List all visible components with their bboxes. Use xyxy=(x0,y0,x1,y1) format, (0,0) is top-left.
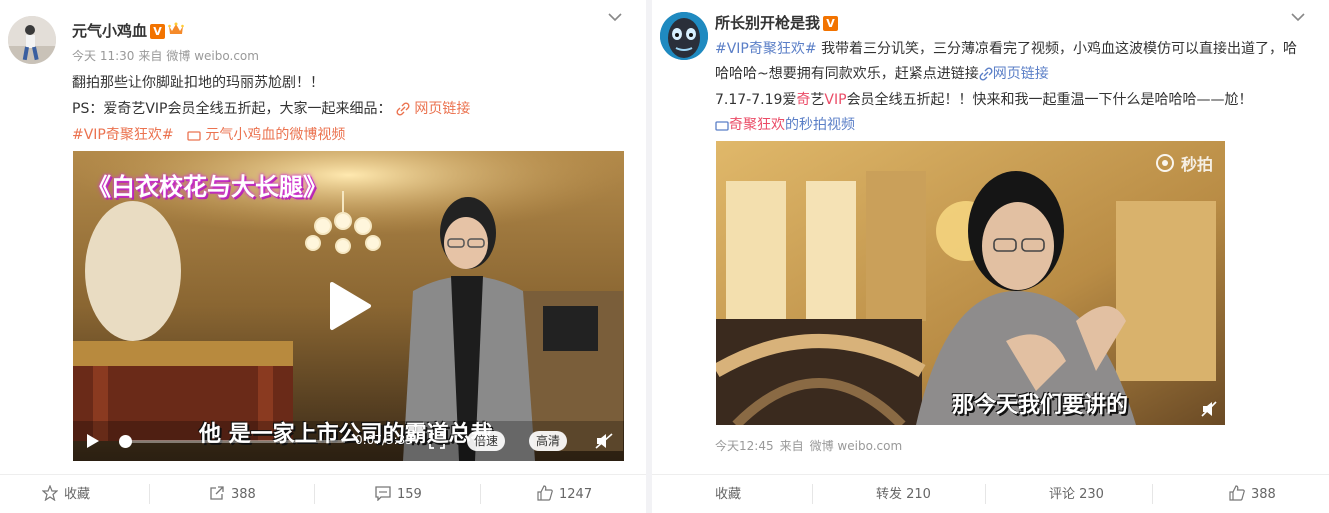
progress-bar[interactable] xyxy=(121,440,345,443)
video-title-overlay: 《白衣校花与大长腿》 xyxy=(87,173,327,201)
web-link[interactable]: 网页链接 xyxy=(979,66,1049,82)
video-frame xyxy=(716,141,1225,425)
divider xyxy=(480,484,481,504)
comment-button[interactable]: 评论 230 xyxy=(1049,475,1104,513)
action-bar: 收藏 388 159 1247 xyxy=(0,474,646,513)
hashtag-link[interactable]: #VIP奇聚狂欢# xyxy=(715,41,817,57)
video-subtitle: 那今天我们要讲的 xyxy=(952,393,1129,418)
username[interactable]: 所长别开枪是我 V xyxy=(715,12,839,33)
thumbs-up-icon xyxy=(1229,485,1245,501)
like-button[interactable]: 1247 xyxy=(537,475,592,513)
star-icon xyxy=(42,485,58,501)
miaopai-logo-icon xyxy=(1156,154,1175,172)
link-icon xyxy=(979,67,993,81)
progress-handle[interactable] xyxy=(119,435,132,448)
action-bar: 收藏 转发 210 评论 230 388 xyxy=(652,474,1329,513)
chevron-down-icon[interactable] xyxy=(1291,12,1305,22)
post-source[interactable]: 微博 weibo.com xyxy=(810,439,903,453)
divider xyxy=(1152,484,1153,504)
video-time: 0:07/3:35 xyxy=(355,433,413,447)
avatar[interactable] xyxy=(660,12,708,60)
weibo-post-2: 所长别开枪是我 V #VIP奇聚狂欢# 我带着三分讥笑，三分薄凉看完了视频，小鸡血… xyxy=(652,0,1329,513)
video-link[interactable]: 奇聚狂欢的秒拍视频 xyxy=(715,117,855,133)
divider xyxy=(812,484,813,504)
post-text-line-3: #VIP奇聚狂欢# 元气小鸡血的微博视频 xyxy=(72,124,345,144)
username-text[interactable]: 所长别开枪是我 xyxy=(715,14,820,32)
via-label: 来自 xyxy=(138,49,163,63)
hashtag-link[interactable]: #VIP奇聚狂欢# xyxy=(72,127,174,143)
video-link-icon xyxy=(187,131,201,141)
post-text-line-1: #VIP奇聚狂欢# 我带着三分讥笑，三分薄凉看完了视频，小鸡血这波模仿可以直接出… xyxy=(715,41,1298,57)
chevron-down-icon[interactable] xyxy=(608,12,622,22)
post-meta: 今天12:45 来自 微博 weibo.com xyxy=(715,437,908,454)
post-meta: 今天 11:30 来自 微博 weibo.com xyxy=(72,47,263,64)
post-text-line-4: 奇聚狂欢的秒拍视频 xyxy=(715,114,855,134)
crown-badge-icon xyxy=(168,22,184,34)
post-text-line-3: 7.17-7.19爱奇艺VIP会员全线五折起！！快来和我一起重温一下什么是哈哈哈… xyxy=(715,92,1253,108)
post-time[interactable]: 今天 11:30 xyxy=(72,49,134,63)
repost-icon xyxy=(210,486,224,500)
weibo-post-1: 元气小鸡血 V 今天 11:30 来自 微博 weibo.com 翻拍那些让你脚趾扣地… xyxy=(0,0,646,513)
mute-icon[interactable] xyxy=(1201,401,1217,417)
video-player[interactable]: 《白衣校花与大长腿》 他 是一家上市公司的霸道总裁 0:07/3:35 倍速 高… xyxy=(73,151,624,461)
link-icon xyxy=(396,102,410,116)
repost-button[interactable]: 转发 210 xyxy=(876,475,931,513)
divider xyxy=(149,484,150,504)
verified-badge-icon: V xyxy=(150,24,166,39)
post-text-line-1: 翻拍那些让你脚趾扣地的玛丽苏尬剧！！ xyxy=(72,75,324,91)
fullscreen-window-icon[interactable] xyxy=(429,433,445,449)
username[interactable]: 元气小鸡血 V xyxy=(72,20,184,41)
mute-icon[interactable] xyxy=(595,433,613,449)
video-controls: 0:07/3:35 倍速 高清 xyxy=(73,421,624,461)
verified-badge-icon: V xyxy=(823,16,839,31)
avatar[interactable] xyxy=(8,16,56,64)
comment-icon xyxy=(375,486,391,501)
post-time[interactable]: 今天12:45 xyxy=(715,439,774,453)
post-text-line-2: PS：爱奇艺VIP会员全线五折起，大家一起来细品： 网页链接 xyxy=(72,98,470,118)
post-source[interactable]: 微博 weibo.com xyxy=(166,49,259,63)
video-link[interactable]: 元气小鸡血的微博视频 xyxy=(187,127,345,143)
play-icon[interactable] xyxy=(328,281,372,331)
via-label: 来自 xyxy=(779,439,804,453)
thumbs-up-icon xyxy=(537,485,553,501)
video-link-icon xyxy=(715,121,729,131)
speed-button[interactable]: 倍速 xyxy=(467,431,506,451)
favorite-button[interactable]: 收藏 xyxy=(42,475,90,513)
post-text: PS：爱奇艺VIP会员全线五折起，大家一起来细品： xyxy=(72,101,392,117)
divider xyxy=(314,484,315,504)
divider xyxy=(985,484,986,504)
play-small-icon[interactable] xyxy=(85,433,101,449)
username-text[interactable]: 元气小鸡血 xyxy=(72,22,147,40)
post-text-line-2: 哈哈哈~想要拥有同款欢乐，赶紧点进链接 网页链接 xyxy=(715,66,1049,82)
favorite-button[interactable]: 收藏 xyxy=(715,475,741,513)
comment-button[interactable]: 159 xyxy=(375,475,422,513)
miaopai-watermark: 秒拍 xyxy=(1155,151,1213,175)
repost-button[interactable]: 388 xyxy=(209,475,256,513)
web-link[interactable]: 网页链接 xyxy=(396,101,470,117)
quality-button[interactable]: 高清 xyxy=(529,431,568,451)
video-player[interactable]: 秒拍 那今天我们要讲的 xyxy=(716,141,1225,425)
like-button[interactable]: 388 xyxy=(1229,475,1276,513)
